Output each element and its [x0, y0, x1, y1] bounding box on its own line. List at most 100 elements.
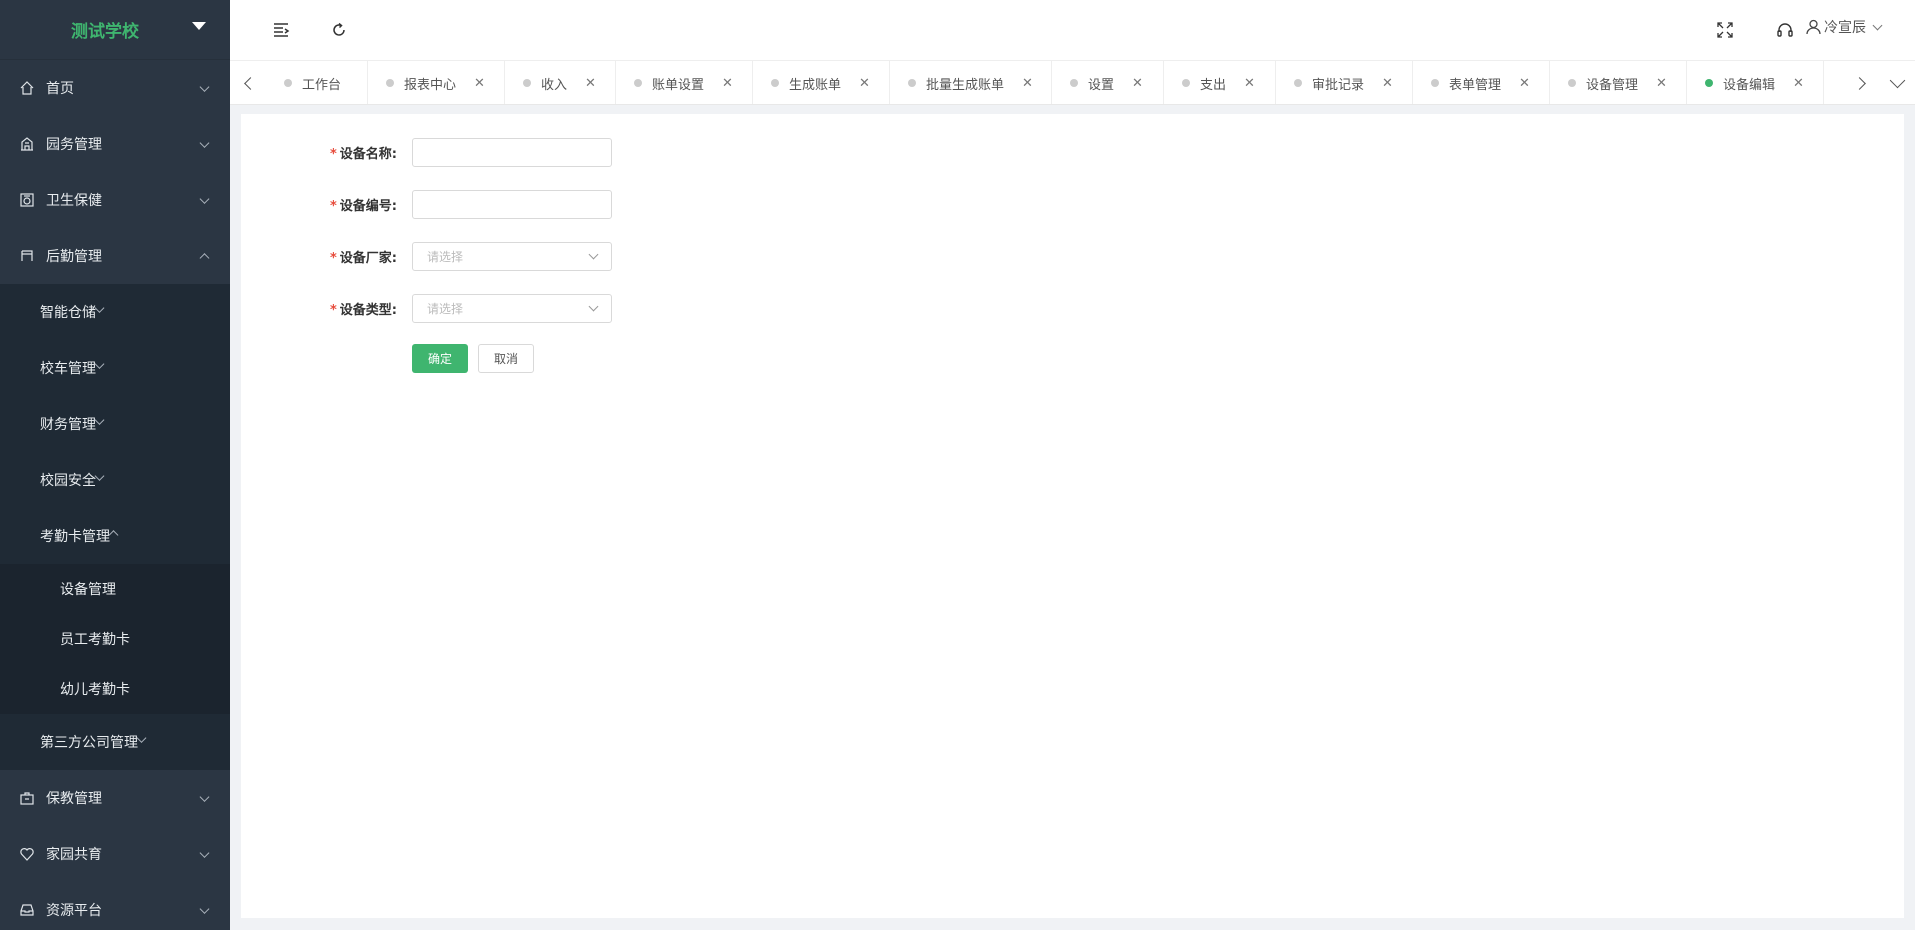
tab-label: 设置: [1088, 77, 1115, 93]
close-icon[interactable]: ✕: [1132, 76, 1143, 91]
close-icon[interactable]: ✕: [722, 76, 733, 91]
required-mark: *: [329, 147, 337, 162]
chevron-down-icon: [1872, 20, 1883, 30]
tab-workbench[interactable]: 工作台: [266, 61, 368, 104]
sidebar-item-label: 后勤管理: [46, 249, 102, 265]
sidebar-item-logistics[interactable]: 后勤管理: [0, 228, 230, 284]
chevron-down-icon: [94, 470, 105, 481]
device-name-label: * 设备名称:: [323, 143, 397, 162]
tab-status-dot: [771, 79, 779, 87]
sidebar-item-label: 保教管理: [46, 791, 102, 807]
sidebar-item-staff-card[interactable]: 员工考勤卡: [0, 614, 230, 664]
sidebar-item-child-card[interactable]: 幼儿考勤卡: [0, 664, 230, 714]
label-text: 设备名称:: [339, 147, 397, 162]
refresh-icon[interactable]: [327, 18, 351, 42]
sidebar-header[interactable]: 测试学校: [0, 0, 230, 60]
close-icon[interactable]: ✕: [1519, 76, 1530, 91]
sidebar-item-device-management[interactable]: 设备管理: [0, 564, 230, 614]
form-row-device-name: * 设备名称:: [323, 138, 612, 167]
sidebar-item-school-bus[interactable]: 校车管理: [0, 340, 230, 396]
sidebar: 测试学校 首页 园务管理 卫生保健 后勤管理 智能仓储 校车管理 财务管理 校园…: [0, 0, 230, 930]
sidebar-item-finance[interactable]: 财务管理: [0, 396, 230, 452]
inbox-icon: [18, 901, 36, 919]
close-icon[interactable]: ✕: [474, 76, 485, 91]
device-vendor-label: * 设备厂家:: [323, 247, 397, 266]
sidebar-item-third-party[interactable]: 第三方公司管理: [0, 714, 230, 770]
tabs-bar: 工作台 报表中心 ✕ 收入 ✕ 账单设置 ✕ 生成账单 ✕ 批量生成账单 ✕ 设置 ✕ 支出…: [230, 60, 1915, 105]
close-icon[interactable]: ✕: [1244, 76, 1255, 91]
tab-status-dot: [523, 79, 531, 87]
tab-label: 工作台: [302, 77, 342, 93]
close-icon[interactable]: ✕: [1022, 76, 1033, 91]
form-row-device-vendor: * 设备厂家: 请选择: [323, 242, 612, 271]
fullscreen-icon[interactable]: [1713, 18, 1737, 42]
tab-batch-generate-bill[interactable]: 批量生成账单 ✕: [890, 61, 1052, 104]
tab-status-dot: [1182, 79, 1190, 87]
required-mark: *: [329, 251, 337, 266]
tab-report-center[interactable]: 报表中心 ✕: [368, 61, 505, 104]
device-name-input[interactable]: [412, 138, 612, 167]
sidebar-item-health[interactable]: 卫生保健: [0, 172, 230, 228]
sidebar-item-label: 考勤卡管理: [40, 529, 110, 545]
logistics-submenu: 智能仓储 校车管理 财务管理 校园安全 考勤卡管理 设备管理 员工考勤卡 幼儿考…: [0, 284, 230, 770]
close-icon[interactable]: ✕: [859, 76, 870, 91]
tab-form-management[interactable]: 表单管理 ✕: [1413, 61, 1550, 104]
tab-list: 工作台 报表中心 ✕ 收入 ✕ 账单设置 ✕ 生成账单 ✕ 批量生成账单 ✕ 设置 ✕ 支出…: [266, 61, 1843, 104]
sidebar-item-garden-affairs[interactable]: 园务管理: [0, 116, 230, 172]
tab-approval-records[interactable]: 审批记录 ✕: [1276, 61, 1413, 104]
sidebar-item-label: 卫生保健: [46, 193, 102, 209]
sidebar-item-resources[interactable]: 资源平台: [0, 882, 230, 930]
tab-label: 支出: [1200, 77, 1227, 93]
tab-status-dot: [1294, 79, 1302, 87]
chevron-right-icon: [1852, 76, 1866, 90]
chevron-down-icon: [1889, 72, 1905, 88]
health-icon: [18, 191, 36, 209]
tab-expense[interactable]: 支出 ✕: [1164, 61, 1276, 104]
device-vendor-select[interactable]: 请选择: [412, 242, 612, 271]
chevron-down-icon: [136, 732, 147, 743]
sidebar-item-home[interactable]: 首页: [0, 60, 230, 116]
device-code-input[interactable]: [412, 190, 612, 219]
attendance-submenu: 设备管理 员工考勤卡 幼儿考勤卡: [0, 564, 230, 714]
user-name: 冷宣辰: [1824, 20, 1866, 36]
tab-status-dot: [386, 79, 394, 87]
tabs-dropdown-button[interactable]: [1879, 61, 1915, 105]
sidebar-item-attendance-card[interactable]: 考勤卡管理: [0, 508, 230, 564]
select-placeholder: 请选择: [427, 250, 464, 264]
tabs-scroll-left-button[interactable]: [230, 61, 266, 105]
device-edit-form: * 设备名称: * 设备编号: * 设备厂家: 请选择 * 设备类型: 请选择 确定 取…: [323, 138, 612, 373]
sidebar-item-smart-storage[interactable]: 智能仓储: [0, 284, 230, 340]
tab-income[interactable]: 收入 ✕: [505, 61, 616, 104]
education-icon: [18, 789, 36, 807]
sidebar-item-home-school[interactable]: 家园共育: [0, 826, 230, 882]
chevron-down-icon: [94, 302, 105, 313]
sidebar-item-label: 设备管理: [60, 582, 116, 598]
close-icon[interactable]: ✕: [1382, 76, 1393, 91]
tab-device-management[interactable]: 设备管理 ✕: [1550, 61, 1687, 104]
chevron-down-icon: [199, 138, 210, 148]
close-icon[interactable]: ✕: [1793, 76, 1804, 91]
user-menu[interactable]: 冷宣辰: [1806, 17, 1883, 37]
close-icon[interactable]: ✕: [585, 76, 596, 91]
close-icon[interactable]: ✕: [1656, 76, 1667, 91]
form-row-device-type: * 设备类型: 请选择: [323, 294, 612, 323]
chevron-down-icon: [588, 249, 599, 260]
sidebar-item-campus-safety[interactable]: 校园安全: [0, 452, 230, 508]
device-type-select[interactable]: 请选择: [412, 294, 612, 323]
school-dropdown-icon[interactable]: [192, 22, 206, 30]
tab-bill-settings[interactable]: 账单设置 ✕: [616, 61, 753, 104]
top-bar: 冷宣辰: [230, 0, 1915, 60]
support-headset-icon[interactable]: [1773, 18, 1797, 42]
tab-generate-bill[interactable]: 生成账单 ✕: [753, 61, 890, 104]
cancel-button[interactable]: 取消: [478, 344, 534, 373]
tabs-scroll-right-button[interactable]: [1843, 61, 1879, 105]
tab-status-dot: [634, 79, 642, 87]
sidebar-item-label: 校园安全: [40, 473, 96, 489]
confirm-button[interactable]: 确定: [412, 344, 468, 373]
menu-collapse-icon[interactable]: [270, 18, 294, 42]
chevron-down-icon: [199, 82, 210, 92]
tab-device-edit[interactable]: 设备编辑 ✕: [1687, 61, 1824, 104]
chevron-down-icon: [199, 792, 210, 802]
tab-settings[interactable]: 设置 ✕: [1052, 61, 1164, 104]
sidebar-item-education[interactable]: 保教管理: [0, 770, 230, 826]
